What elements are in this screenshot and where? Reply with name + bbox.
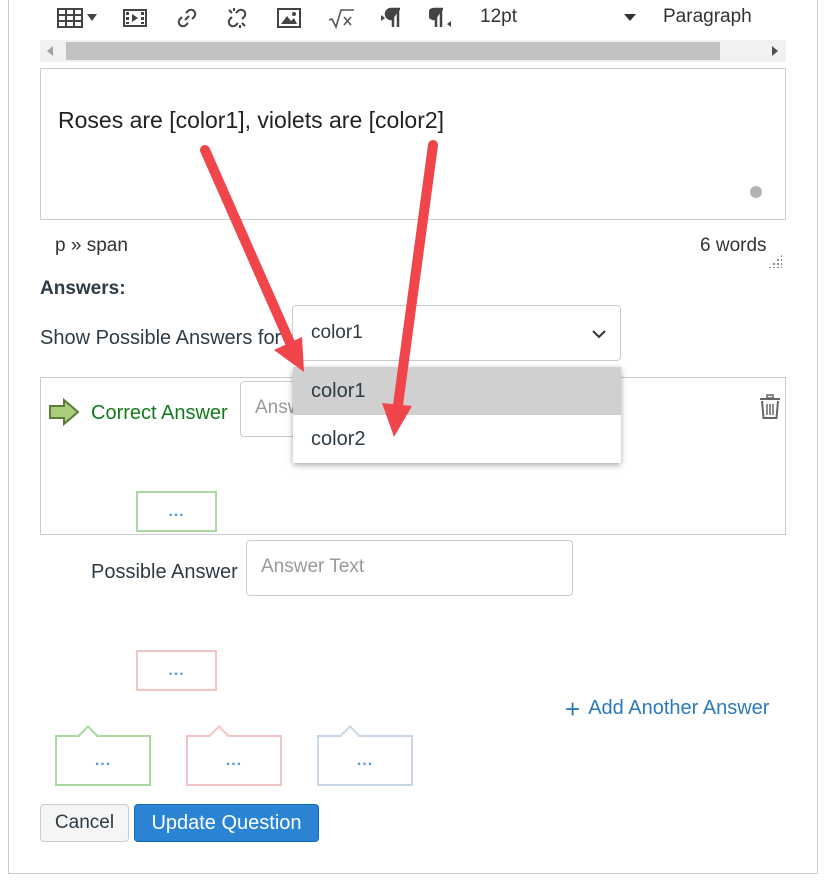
image-icon xyxy=(277,8,301,28)
chevron-down-icon xyxy=(592,326,606,344)
blank-select-value: color1 xyxy=(311,322,363,343)
ltr-paragraph-icon xyxy=(379,6,403,30)
incorrect-comment-box[interactable]: ... xyxy=(186,725,282,786)
media-icon xyxy=(123,8,147,28)
possible-answer-comment-button[interactable]: ... xyxy=(136,650,217,691)
possible-answer-label: Possible Answer xyxy=(91,561,238,583)
rich-text-editor[interactable]: Roses are [color1], violets are [color2] xyxy=(40,68,786,220)
show-possible-answers-label: Show Possible Answers for xyxy=(40,327,282,349)
comment-ellipsis: ... xyxy=(356,751,374,769)
toolbar-scrollbar[interactable] xyxy=(40,40,786,62)
link-button[interactable] xyxy=(172,4,202,32)
rtl-paragraph-button[interactable] xyxy=(426,4,456,32)
blank-select[interactable]: color1 xyxy=(292,305,621,361)
ltr-paragraph-button[interactable] xyxy=(376,4,406,32)
unlink-icon xyxy=(225,6,249,30)
element-path[interactable]: p » span xyxy=(55,235,128,257)
add-another-answer-link[interactable]: + Add Another Answer xyxy=(565,693,770,724)
cancel-button[interactable]: Cancel xyxy=(40,804,129,842)
editor-content[interactable]: Roses are [color1], violets are [color2] xyxy=(58,107,444,134)
table-chevron-down-icon xyxy=(87,14,97,22)
rtl-paragraph-icon xyxy=(429,6,453,30)
comment-ellipsis: ... xyxy=(168,661,185,679)
image-button[interactable] xyxy=(274,4,304,32)
trash-icon[interactable] xyxy=(758,394,782,425)
update-question-button[interactable]: Update Question xyxy=(134,804,319,842)
answers-heading: Answers: xyxy=(40,278,126,299)
blank-option-color2[interactable]: color2 xyxy=(293,415,621,463)
table-icon xyxy=(57,8,83,28)
plus-icon: + xyxy=(565,693,581,724)
word-count: 6 words xyxy=(700,235,767,256)
possible-answer-placeholder: Answer Text xyxy=(261,556,365,577)
correct-answer-label: Correct Answer xyxy=(91,402,228,424)
unlink-button[interactable] xyxy=(222,4,252,32)
scrollbar-thumb[interactable] xyxy=(66,42,720,60)
media-button[interactable] xyxy=(120,4,150,32)
add-another-answer-label: Add Another Answer xyxy=(588,697,770,719)
correct-answer-arrow-icon[interactable] xyxy=(48,397,80,431)
correct-answer-input[interactable]: Answ xyxy=(240,381,300,437)
font-size-chevron-down-icon[interactable] xyxy=(624,14,636,21)
comment-ellipsis: ... xyxy=(94,751,112,769)
comment-ellipsis: ... xyxy=(225,751,243,769)
equation-icon xyxy=(327,7,355,29)
neutral-comment-box[interactable]: ... xyxy=(317,725,413,786)
correct-answer-comment-button[interactable]: ... xyxy=(136,491,217,532)
blank-option-color1[interactable]: color1 xyxy=(293,367,621,415)
block-format-select[interactable]: Paragraph xyxy=(663,6,752,28)
correct-comment-box[interactable]: ... xyxy=(55,725,151,786)
editor-toolbar: 12pt Paragraph xyxy=(40,0,786,38)
table-button[interactable] xyxy=(54,4,100,32)
comment-ellipsis: ... xyxy=(168,502,185,520)
link-icon xyxy=(175,6,199,30)
editor-indicator-dot xyxy=(750,186,762,198)
font-size-select[interactable]: 12pt xyxy=(480,6,517,28)
equation-button[interactable] xyxy=(324,4,358,32)
blank-select-menu: color1 color2 xyxy=(293,367,621,463)
scroll-left-icon[interactable] xyxy=(47,46,53,56)
possible-answer-input[interactable]: Answer Text xyxy=(246,540,573,596)
scroll-right-icon[interactable] xyxy=(772,46,778,56)
